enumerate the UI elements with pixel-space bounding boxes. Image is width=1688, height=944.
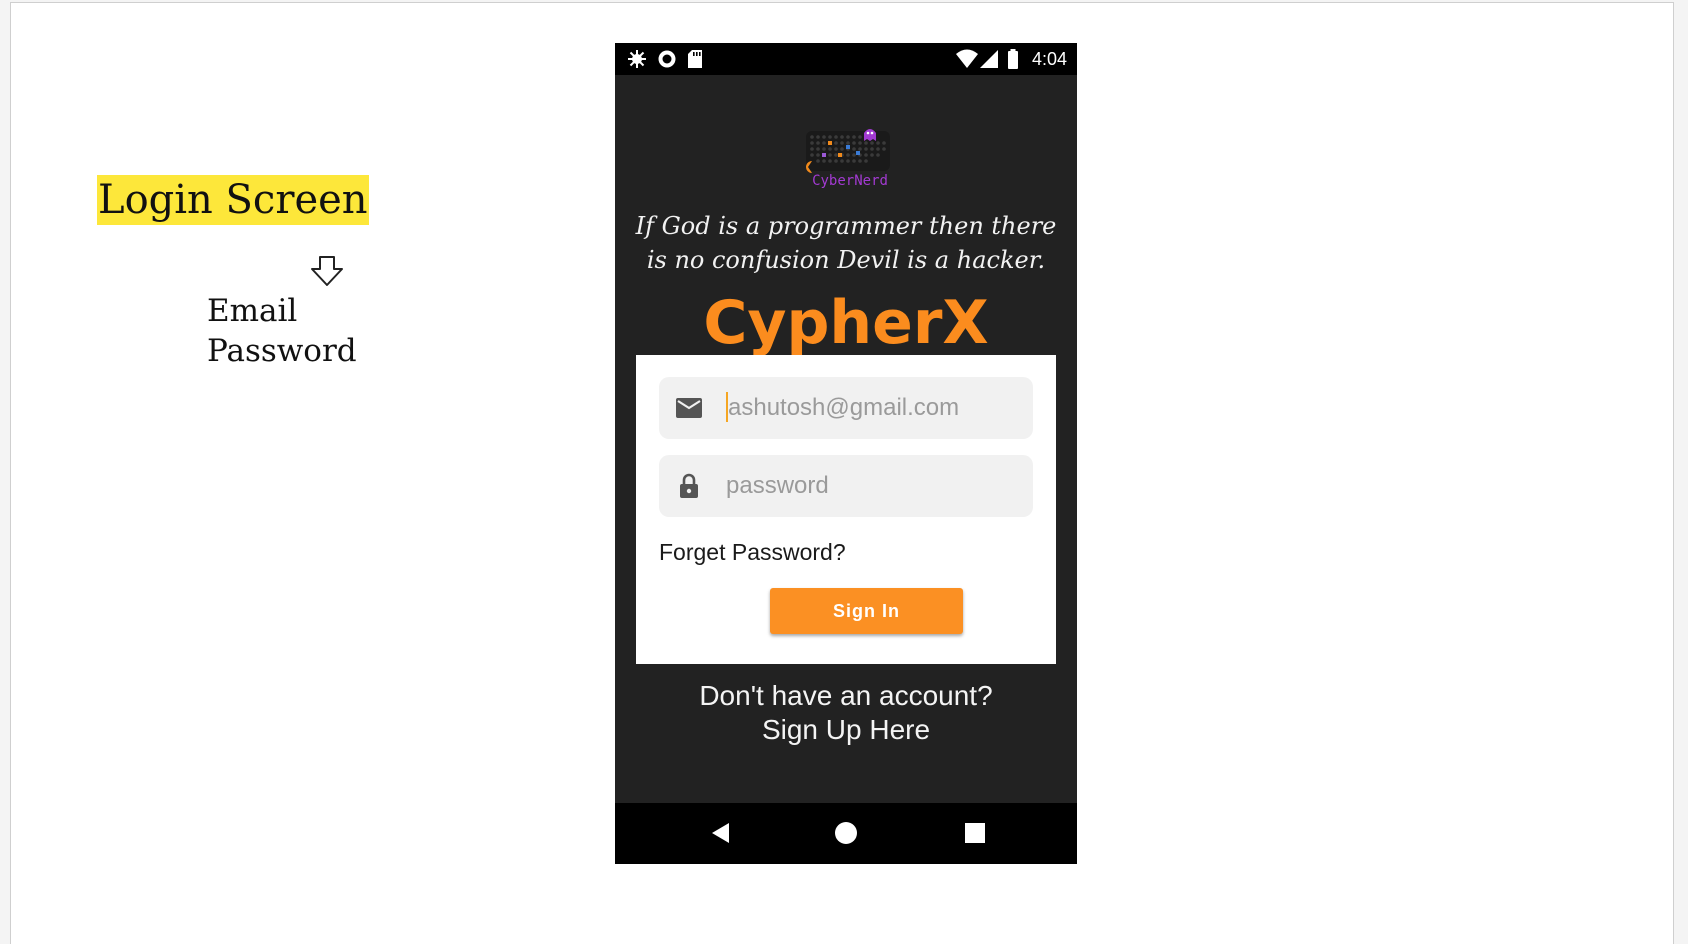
logo-text: CyberNerd (812, 173, 888, 189)
signal-icon (980, 50, 998, 68)
record-icon (658, 50, 676, 68)
battery-icon (1008, 49, 1018, 69)
sign-up-link[interactable]: Sign Up Here (615, 713, 1077, 747)
slide-title: Login Screen (97, 175, 369, 225)
document-page: Login Screen Email Password 4:04 CyberNe… (10, 2, 1674, 944)
requirements-list: Email Password (207, 291, 357, 371)
status-bar: 4:04 (615, 43, 1077, 75)
bug-icon (628, 50, 646, 68)
sign-up-question: Don't have an account? (699, 680, 993, 711)
home-icon[interactable] (834, 821, 858, 845)
email-field[interactable]: ashutosh@gmail.com (659, 377, 1033, 439)
recents-icon[interactable] (963, 821, 987, 845)
password-field[interactable]: password (659, 455, 1033, 517)
lock-icon (680, 473, 698, 498)
tagline-quote: If God is a programmer then there is no … (635, 212, 1057, 274)
list-item: Email (207, 293, 298, 329)
password-input[interactable]: password (726, 455, 829, 517)
phone-screen: 4:04 CyberNerd If God is a programmer th… (615, 43, 1077, 864)
list-item: Password (207, 333, 357, 369)
email-input[interactable]: ashutosh@gmail.com (726, 377, 959, 439)
text-cursor (726, 391, 728, 422)
wifi-icon (956, 49, 978, 68)
sign-in-button[interactable]: Sign In (770, 588, 963, 634)
clock: 4:04 (1031, 49, 1067, 69)
navigation-bar (615, 803, 1077, 864)
forget-password-link[interactable]: Forget Password? (659, 539, 846, 566)
sd-card-icon (688, 50, 702, 68)
login-card: ashutosh@gmail.com password Forget Passw… (636, 355, 1056, 664)
app-name: CypherX (703, 288, 989, 358)
back-icon[interactable] (709, 821, 733, 845)
down-arrow-icon (311, 256, 343, 286)
email-value: ashutosh@gmail.com (728, 394, 960, 421)
email-icon (676, 398, 702, 418)
sign-up-prompt[interactable]: Don't have an account? Sign Up Here (615, 679, 1077, 747)
